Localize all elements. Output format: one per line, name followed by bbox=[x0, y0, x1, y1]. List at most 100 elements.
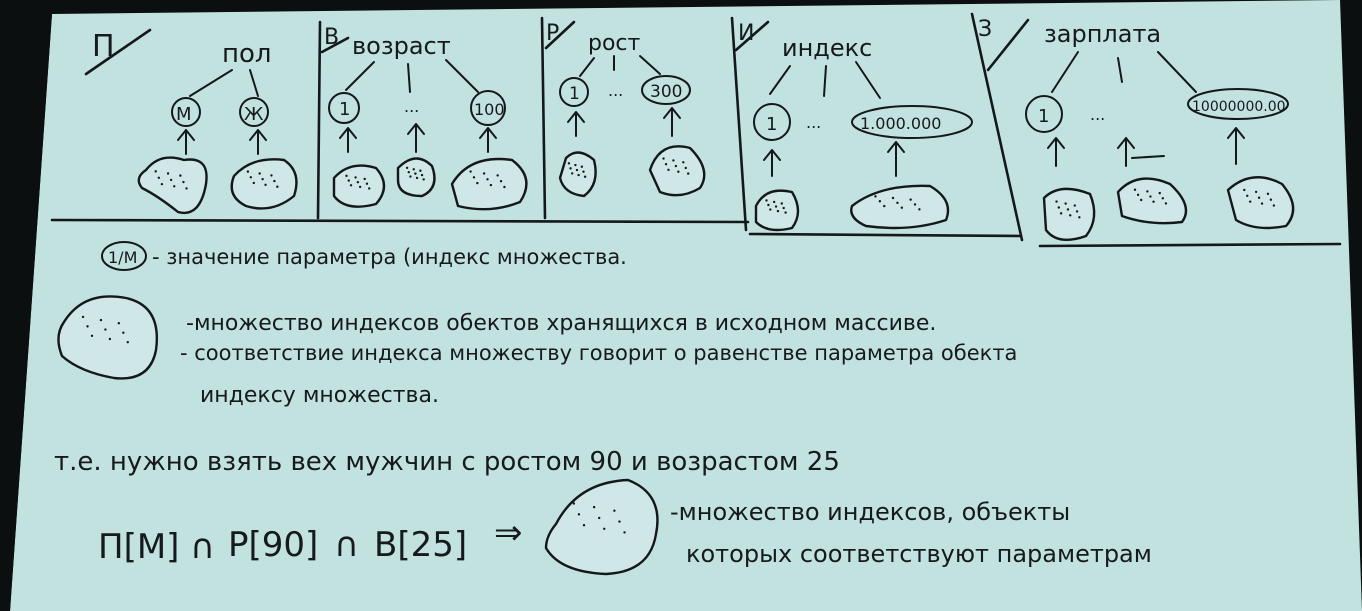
blob-dot bbox=[503, 185, 506, 189]
blob-dot bbox=[896, 201, 899, 205]
blob-dot bbox=[1149, 195, 1152, 198]
blob-dot bbox=[173, 185, 176, 188]
blob-dot bbox=[780, 202, 783, 205]
blob-dot bbox=[878, 200, 882, 203]
blob-dot bbox=[1073, 204, 1076, 207]
blob-dot bbox=[918, 208, 921, 211]
blob-dot bbox=[613, 509, 616, 512]
blob-dot bbox=[422, 178, 425, 181]
value-label: ... bbox=[404, 97, 419, 116]
blob-dot bbox=[684, 166, 687, 170]
blob-dot bbox=[476, 181, 479, 185]
blob-dot bbox=[276, 185, 279, 188]
section-letter: З bbox=[978, 17, 992, 42]
result-line1: -множество индексов, объекты bbox=[670, 498, 1070, 526]
blob-dot bbox=[368, 187, 371, 190]
blob-dot bbox=[577, 513, 581, 516]
blob-dot bbox=[1152, 200, 1155, 203]
blob-dot bbox=[767, 203, 770, 207]
blob-dot bbox=[891, 196, 895, 200]
value-label: М bbox=[176, 104, 192, 125]
blob-dot bbox=[358, 185, 362, 189]
blob-dot bbox=[574, 163, 577, 167]
value-label: ... bbox=[608, 81, 623, 100]
index-set-blob bbox=[1042, 187, 1096, 242]
blob-dot bbox=[597, 516, 601, 520]
value-label: 1 bbox=[569, 84, 580, 104]
blob-dot bbox=[765, 199, 768, 202]
blob-dot bbox=[169, 178, 173, 182]
blob-dot bbox=[122, 331, 125, 334]
blob-dot bbox=[618, 520, 621, 523]
value-label: 1 bbox=[766, 114, 777, 135]
blob-dot bbox=[774, 205, 778, 208]
result-line2: которых соответствуют параметрам bbox=[686, 540, 1152, 568]
blob-dot bbox=[1158, 191, 1161, 195]
blob-dot bbox=[662, 157, 665, 160]
blob-dot bbox=[782, 206, 785, 210]
blob-dot bbox=[363, 177, 366, 181]
value-label: 100 bbox=[474, 100, 505, 119]
blob-dot bbox=[258, 172, 261, 175]
blob-dot bbox=[81, 315, 85, 319]
blob-dot bbox=[1136, 193, 1140, 197]
value-label: 1 bbox=[1038, 106, 1049, 127]
value-label: 1 bbox=[339, 99, 350, 120]
blob-dot bbox=[580, 165, 584, 168]
formula-op2: ∩ bbox=[334, 525, 359, 565]
blob-dot bbox=[496, 174, 499, 177]
index-set-blob bbox=[648, 145, 706, 197]
blob-dot bbox=[1133, 188, 1137, 191]
blob-dot bbox=[157, 176, 161, 179]
blob-dot bbox=[117, 322, 121, 325]
blob-dot bbox=[472, 176, 476, 179]
blob-dot bbox=[185, 187, 188, 190]
formula-part1: П[М] bbox=[98, 527, 179, 567]
blob-dot bbox=[412, 168, 415, 171]
legend-set-line1: -множество индексов обектов хранящихся в… bbox=[186, 311, 936, 336]
value-label: 1.000.000 bbox=[860, 114, 941, 133]
blob-dot bbox=[126, 340, 129, 344]
blob-dot bbox=[776, 209, 780, 213]
blob-dot bbox=[1161, 197, 1165, 200]
blob-dot bbox=[672, 159, 675, 162]
blob-dot bbox=[1069, 214, 1072, 217]
blob-dot bbox=[261, 177, 264, 181]
blob-dot bbox=[264, 183, 267, 187]
section-title: зарплата bbox=[1044, 20, 1161, 48]
blob-dot bbox=[677, 170, 680, 173]
legend-marker: 1/M bbox=[108, 248, 137, 267]
blob-dot bbox=[154, 170, 157, 173]
blob-dot bbox=[687, 172, 690, 175]
blob-dot bbox=[1057, 206, 1061, 209]
section-title: индекс bbox=[782, 34, 872, 62]
blob-dot bbox=[667, 168, 670, 172]
blob-dot bbox=[160, 182, 164, 186]
blob-dot bbox=[108, 337, 112, 341]
blob-dot bbox=[575, 168, 579, 172]
blob-dot bbox=[577, 173, 580, 177]
blob-dot bbox=[270, 174, 273, 177]
value-label: 10000000.00 bbox=[1192, 99, 1286, 115]
blob-dot bbox=[572, 502, 576, 505]
blob-dot bbox=[592, 505, 596, 509]
blob-dot bbox=[182, 180, 185, 184]
blob-dot bbox=[486, 178, 489, 181]
blob-dot bbox=[583, 175, 587, 178]
blob-dot bbox=[1066, 208, 1070, 211]
blob-dot bbox=[603, 527, 606, 531]
blob-dot bbox=[883, 204, 886, 208]
section-title: рост bbox=[588, 31, 641, 56]
blob-dot bbox=[1055, 200, 1058, 203]
blob-dot bbox=[409, 175, 412, 178]
blob-dot bbox=[345, 174, 348, 178]
blob-dot bbox=[1064, 202, 1067, 205]
blob-dot bbox=[1078, 216, 1081, 219]
blob-dot bbox=[482, 172, 486, 175]
blob-dot bbox=[569, 167, 572, 170]
blob-dot bbox=[365, 182, 369, 185]
section-title: возраст bbox=[352, 32, 451, 60]
blob-dot bbox=[1266, 192, 1270, 196]
blob-dot bbox=[179, 174, 182, 177]
blob-dot bbox=[166, 172, 170, 175]
